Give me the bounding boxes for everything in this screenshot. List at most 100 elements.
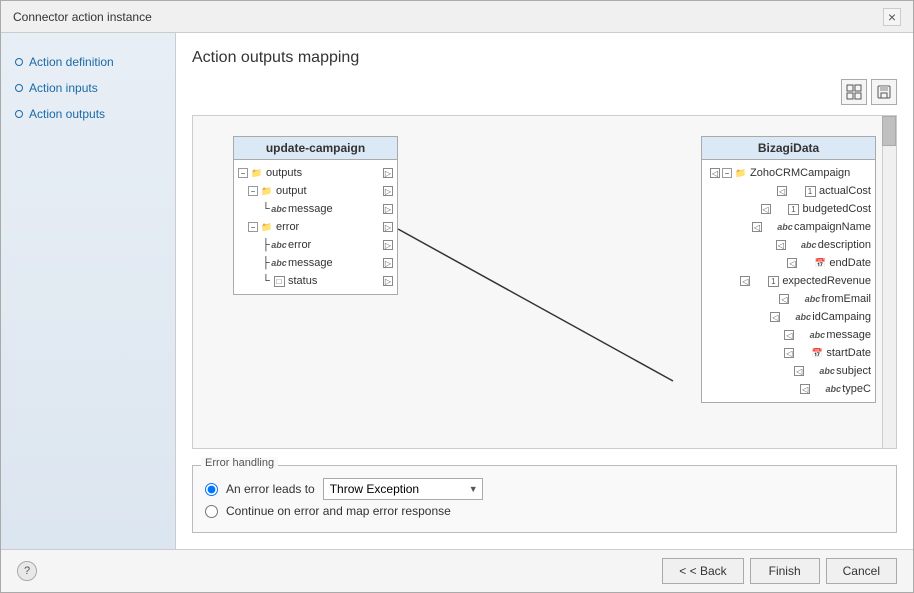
- node-label: typeC: [842, 383, 871, 395]
- node-label: startDate: [826, 347, 871, 359]
- sidebar: Action definition Action inputs Action o…: [1, 33, 176, 549]
- abc-icon: abc: [272, 202, 286, 216]
- node-label: status: [288, 275, 317, 287]
- expand-icon[interactable]: −: [722, 168, 732, 178]
- tree-row: ◁ abc description: [702, 236, 875, 254]
- input-port: ◁: [784, 348, 794, 358]
- tree-row: − 📁 error ▷: [234, 218, 397, 236]
- content-area: Action definition Action inputs Action o…: [1, 33, 913, 549]
- node-label: actualCost: [819, 185, 871, 197]
- node-label: message: [288, 257, 333, 269]
- main-content: Action outputs mapping: [176, 33, 913, 549]
- error-radio-2-label: Continue on error and map error response: [226, 504, 451, 518]
- expand-icon[interactable]: −: [248, 186, 258, 196]
- tree-row: └ □ status ▷: [234, 272, 397, 290]
- abc-icon: abc: [272, 238, 286, 252]
- sidebar-item-label: Action outputs: [29, 107, 105, 121]
- left-box-header: update-campaign: [234, 137, 397, 160]
- input-port: ◁: [777, 186, 787, 196]
- help-button[interactable]: ?: [17, 561, 37, 581]
- close-button[interactable]: ×: [883, 8, 901, 26]
- expand-icon[interactable]: −: [248, 222, 258, 232]
- tree-row: ◁ 📅 endDate: [702, 254, 875, 272]
- tree-row: ◁ 1 budgetedCost: [702, 200, 875, 218]
- input-port: ◁: [800, 384, 810, 394]
- expand-icon[interactable]: −: [238, 168, 248, 178]
- dialog: Connector action instance × Action defin…: [0, 0, 914, 593]
- folder-icon: 📁: [260, 220, 274, 234]
- node-label: output: [276, 185, 307, 197]
- back-button[interactable]: < < Back: [662, 558, 743, 584]
- num-icon: 1: [766, 274, 780, 288]
- sidebar-bullet: [15, 110, 23, 118]
- right-box-header: BizagiData: [702, 137, 875, 160]
- input-port: ◁: [779, 294, 789, 304]
- error-radio-1[interactable]: [205, 483, 218, 496]
- input-port: ◁: [794, 366, 804, 376]
- dialog-title: Connector action instance: [13, 10, 152, 24]
- scrollbar-thumb[interactable]: [882, 116, 896, 146]
- abc-icon: abc: [805, 292, 819, 306]
- num-icon: 1: [787, 202, 801, 216]
- input-port: ◁: [761, 204, 771, 214]
- expand-toolbar-button[interactable]: [841, 79, 867, 105]
- node-label: message: [826, 329, 871, 341]
- node-label: idCampaing: [812, 311, 871, 323]
- output-port: ▷: [383, 168, 393, 178]
- error-handling-legend: Error handling: [201, 457, 278, 469]
- node-label: expectedRevenue: [782, 275, 871, 287]
- error-radio-2[interactable]: [205, 505, 218, 518]
- node-label: outputs: [266, 167, 302, 179]
- output-port: ▷: [383, 186, 393, 196]
- tree-row: ◁ abc message: [702, 326, 875, 344]
- abc-icon: abc: [778, 220, 792, 234]
- tree-row: ◁ 1 expectedRevenue: [702, 272, 875, 290]
- output-port: ▷: [383, 276, 393, 286]
- node-label: message: [288, 203, 333, 215]
- save-toolbar-button[interactable]: [871, 79, 897, 105]
- date-icon: 📅: [810, 346, 824, 360]
- node-label: description: [818, 239, 871, 251]
- page-title: Action outputs mapping: [192, 49, 897, 67]
- output-port: ▷: [383, 222, 393, 232]
- output-port: ▷: [383, 258, 393, 268]
- sidebar-item-action-definition[interactable]: Action definition: [11, 53, 165, 71]
- toolbar: [192, 79, 897, 105]
- error-action-dropdown[interactable]: Throw Exception Continue Ignore: [323, 478, 483, 500]
- abc-icon: abc: [272, 256, 286, 270]
- output-port: ▷: [383, 204, 393, 214]
- input-port: ◁: [752, 222, 762, 232]
- node-label: fromEmail: [821, 293, 871, 305]
- sidebar-item-action-outputs[interactable]: Action outputs: [11, 105, 165, 123]
- date-icon: 📅: [813, 256, 827, 270]
- dialog-footer: ? < < Back Finish Cancel: [1, 549, 913, 592]
- node-label: endDate: [829, 257, 871, 269]
- input-port: ◁: [770, 312, 780, 322]
- sidebar-item-label: Action inputs: [29, 81, 98, 95]
- tree-row: ◁ abc typeC: [702, 380, 875, 398]
- tree-row: ◁ 📅 startDate: [702, 344, 875, 362]
- left-tree-box: update-campaign − 📁 outputs ▷ −: [233, 136, 398, 295]
- tree-row: − 📁 output ▷: [234, 182, 397, 200]
- scrollbar-track[interactable]: [882, 116, 896, 448]
- node-label: error: [288, 239, 311, 251]
- tree-row: ◁ abc fromEmail: [702, 290, 875, 308]
- tree-row: ├ abc message ▷: [234, 254, 397, 272]
- tree-row: ◁ abc idCampaing: [702, 308, 875, 326]
- footer-buttons: < < Back Finish Cancel: [662, 558, 897, 584]
- sidebar-item-action-inputs[interactable]: Action inputs: [11, 79, 165, 97]
- input-port: ◁: [776, 240, 786, 250]
- folder-icon: 📁: [260, 184, 274, 198]
- finish-button[interactable]: Finish: [750, 558, 820, 584]
- error-radio-row-1: An error leads to Throw Exception Contin…: [205, 478, 884, 500]
- abc-icon: abc: [810, 328, 824, 342]
- field-icon: □: [272, 274, 286, 288]
- input-port: ◁: [784, 330, 794, 340]
- tree-row: − 📁 outputs ▷: [234, 164, 397, 182]
- tree-row: ◁ − 📁 ZohoCRMCampaign: [702, 164, 875, 182]
- cancel-button[interactable]: Cancel: [826, 558, 897, 584]
- tree-row: ◁ 1 actualCost: [702, 182, 875, 200]
- tree-row: ◁ abc campaignName: [702, 218, 875, 236]
- sidebar-bullet: [15, 84, 23, 92]
- tree-row: ├ abc error ▷: [234, 236, 397, 254]
